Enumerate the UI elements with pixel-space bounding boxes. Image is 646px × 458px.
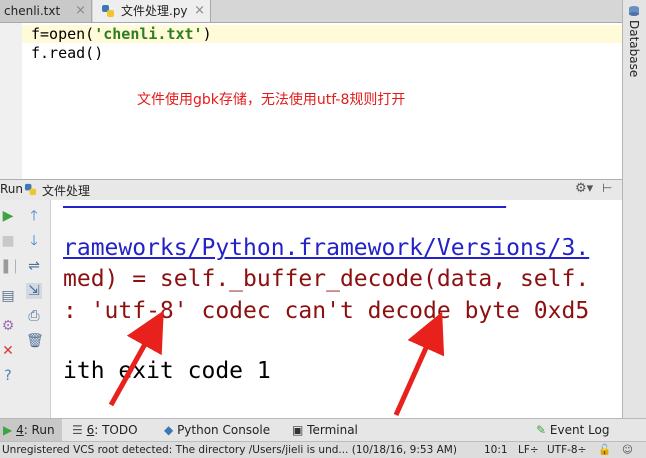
status-bar: Unregistered VCS root detected: The dire…: [0, 441, 646, 458]
gear-icon[interactable]: ⚙▾: [575, 181, 593, 196]
editor-gutter: [0, 23, 22, 179]
settings-icon[interactable]: ⚙: [0, 318, 16, 334]
tab-label: chenli.txt: [4, 4, 61, 18]
python-file-icon: [102, 5, 114, 17]
code-editor[interactable]: f=open('chenli.txt') f.read() 文件使用gbk存储，…: [0, 23, 622, 179]
close-run-icon[interactable]: ✕: [0, 343, 16, 359]
tab-label: 文件处理.py: [121, 4, 188, 18]
editor-tab-bar: chenli.txt × 文件处理.py ×: [0, 0, 622, 23]
arrow-1: [108, 310, 164, 407]
tool-python-console-button[interactable]: ◆ Python Console: [164, 419, 270, 441]
tab-chenli-txt[interactable]: chenli.txt ×: [0, 0, 92, 22]
tool-terminal-button[interactable]: ▣ Terminal: [292, 419, 358, 441]
run-toolbar-secondary: 🡑 🡓 ⇌ ⇲ ⎙ 🗑: [16, 200, 51, 418]
terminal-icon: ▣: [292, 423, 304, 437]
run-toolbar-primary: ▶ ■ ❚❚ ▤ ⚙ ✕ ?: [0, 200, 23, 418]
scroll-to-end-icon[interactable]: ⇲: [26, 283, 42, 299]
down-arrow-icon[interactable]: 🡓: [26, 233, 42, 249]
code-line-1[interactable]: f=open('chenli.txt'): [31, 25, 212, 43]
close-icon[interactable]: ×: [75, 0, 86, 22]
dump-threads-icon[interactable]: ▤: [0, 288, 16, 304]
code-line-2[interactable]: f.read(): [31, 44, 103, 62]
soft-wrap-icon[interactable]: ⇌: [26, 258, 42, 274]
inspector-icon[interactable]: ☺: [622, 442, 633, 458]
pause-icon[interactable]: ❚❚: [0, 258, 23, 274]
trash-icon[interactable]: 🗑: [26, 333, 44, 349]
print-icon[interactable]: ⎙: [26, 308, 42, 324]
event-log-icon: ✎: [536, 423, 547, 437]
line-separator[interactable]: LF÷: [518, 442, 539, 458]
stop-icon[interactable]: ■: [0, 233, 16, 249]
rerun-icon[interactable]: ▶: [0, 208, 16, 224]
close-icon[interactable]: ×: [194, 0, 205, 22]
annotation-note: 文件使用gbk存储，无法使用utf-8规则打开: [137, 92, 406, 108]
help-icon[interactable]: ?: [0, 368, 16, 384]
tool-window-bar: ▶ 4: Run ☰ 6: TODO ◆ Python Console ▣ Te…: [0, 418, 646, 441]
tool-event-log-button[interactable]: ✎ Event Log: [536, 419, 610, 441]
tab-file-process-py[interactable]: 文件处理.py ×: [93, 0, 211, 22]
tool-todo-button[interactable]: ☰ 6: TODO: [72, 419, 138, 441]
run-label: Run: [0, 182, 24, 196]
run-panel-header: Run 文件处理 ⚙▾ ⊢: [0, 179, 622, 201]
status-message[interactable]: Unregistered VCS root detected: The dire…: [2, 442, 457, 458]
todo-icon: ☰: [72, 423, 83, 437]
run-icon: ▶: [3, 423, 13, 437]
up-arrow-icon[interactable]: 🡑: [26, 208, 42, 224]
tool-run-button[interactable]: ▶ 4: Run: [0, 419, 62, 441]
python-icon: ◆: [164, 423, 174, 437]
database-icon[interactable]: [628, 5, 640, 17]
run-console-output[interactable]: rameworks/Python.framework/Versions/3. m…: [51, 200, 622, 418]
arrow-2: [393, 311, 445, 417]
caret-position[interactable]: 10:1: [484, 442, 508, 458]
lock-icon[interactable]: 🔓: [598, 442, 611, 458]
annotation-arrows: [108, 310, 445, 417]
hide-icon[interactable]: ⊢: [602, 181, 612, 195]
run-config-name[interactable]: 文件处理: [42, 182, 90, 199]
python-file-icon: [24, 183, 37, 196]
database-panel-button[interactable]: Database: [627, 20, 641, 77]
right-tool-stripe: Database: [622, 0, 646, 418]
file-encoding[interactable]: UTF-8÷: [547, 442, 586, 458]
